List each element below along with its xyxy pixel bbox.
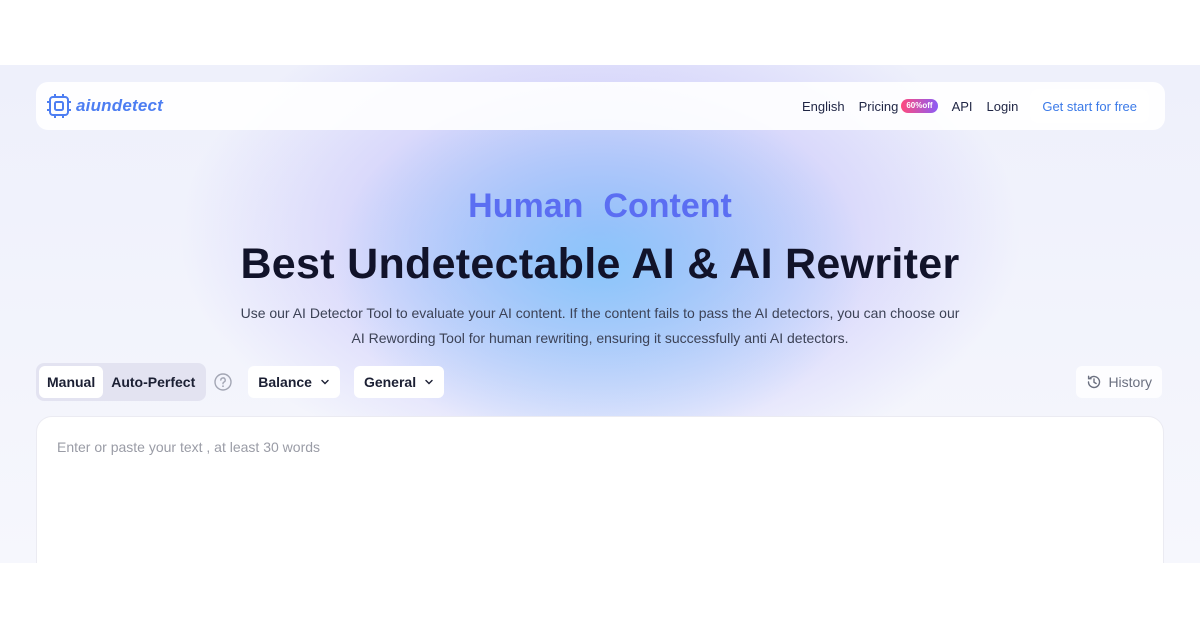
chevron-down-icon [321, 379, 329, 385]
pricing-link[interactable]: Pricing 60%off [859, 99, 938, 114]
purpose-dropdown[interactable]: General [353, 366, 445, 398]
language-selector[interactable]: English [802, 99, 845, 114]
login-link[interactable]: Login [987, 99, 1019, 114]
hero-description: Use our AI Detector Tool to evaluate you… [200, 301, 1000, 351]
strength-dropdown-value: Balance [258, 374, 312, 390]
api-link[interactable]: API [952, 99, 973, 114]
brand-name: aiundetect [76, 96, 164, 115]
question-circle-icon[interactable] [214, 373, 232, 391]
page-title: Best Undetectable AI & AI Rewriter [240, 240, 960, 288]
hero-subtitle-word-2: Content [603, 187, 732, 225]
top-navbar: aiundetect English Pricing 60%off API Lo… [36, 82, 1165, 130]
chevron-down-icon [425, 379, 433, 385]
strength-dropdown[interactable]: Balance [248, 366, 340, 398]
get-started-button[interactable]: Get start for free [1030, 89, 1149, 123]
history-clock-icon [1088, 375, 1101, 389]
hero-subtitle-word-1: Human [468, 187, 584, 225]
logo-icon [47, 94, 71, 118]
history-button[interactable]: History [1076, 366, 1162, 398]
hero-description-line-1: Use our AI Detector Tool to evaluate you… [240, 305, 960, 321]
page-frame: aiundetect English Pricing 60%off API Lo… [0, 65, 1200, 563]
purpose-dropdown-value: General [363, 374, 417, 390]
mode-manual-button[interactable]: Manual [39, 366, 104, 398]
hero-subtitle: Human Content [0, 187, 1200, 226]
text-input[interactable] [57, 439, 1137, 559]
text-editor-panel [36, 416, 1164, 563]
history-label: History [1108, 374, 1152, 390]
rewrite-controls: Manual Auto-Perfect Balance General Hist… [36, 363, 1162, 401]
discount-badge: 60%off [901, 99, 938, 113]
logo[interactable]: aiundetect [46, 93, 163, 119]
nav-links: English Pricing 60%off API Login Get sta… [802, 89, 1149, 123]
hero-description-line-2: AI Rewording Tool for human rewriting, e… [351, 330, 849, 346]
mode-auto-perfect-button[interactable]: Auto-Perfect [103, 366, 203, 398]
pricing-label: Pricing [858, 98, 899, 114]
mode-toggle: Manual Auto-Perfect [36, 363, 207, 401]
